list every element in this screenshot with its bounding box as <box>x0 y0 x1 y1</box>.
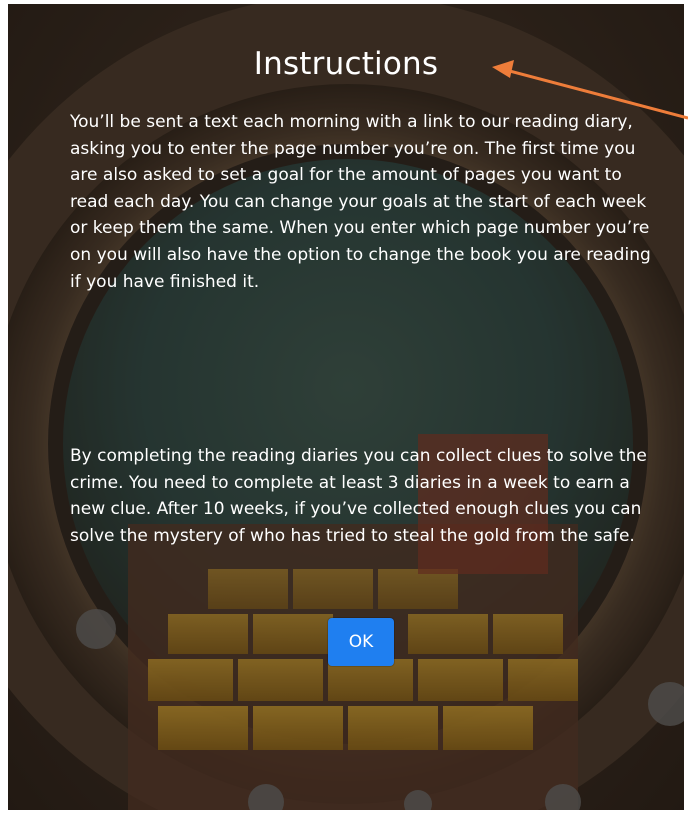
screenshot-stage: Instructions You’ll be sent a text each … <box>0 0 688 814</box>
instructions-paragraph-2: By completing the reading diaries you ca… <box>70 446 647 546</box>
ok-button[interactable]: OK <box>328 618 394 666</box>
vault-background: Instructions You’ll be sent a text each … <box>8 4 684 810</box>
instructions-paragraph-1: You’ll be sent a text each morning with … <box>70 112 651 292</box>
dialog-title: Instructions <box>253 46 439 82</box>
